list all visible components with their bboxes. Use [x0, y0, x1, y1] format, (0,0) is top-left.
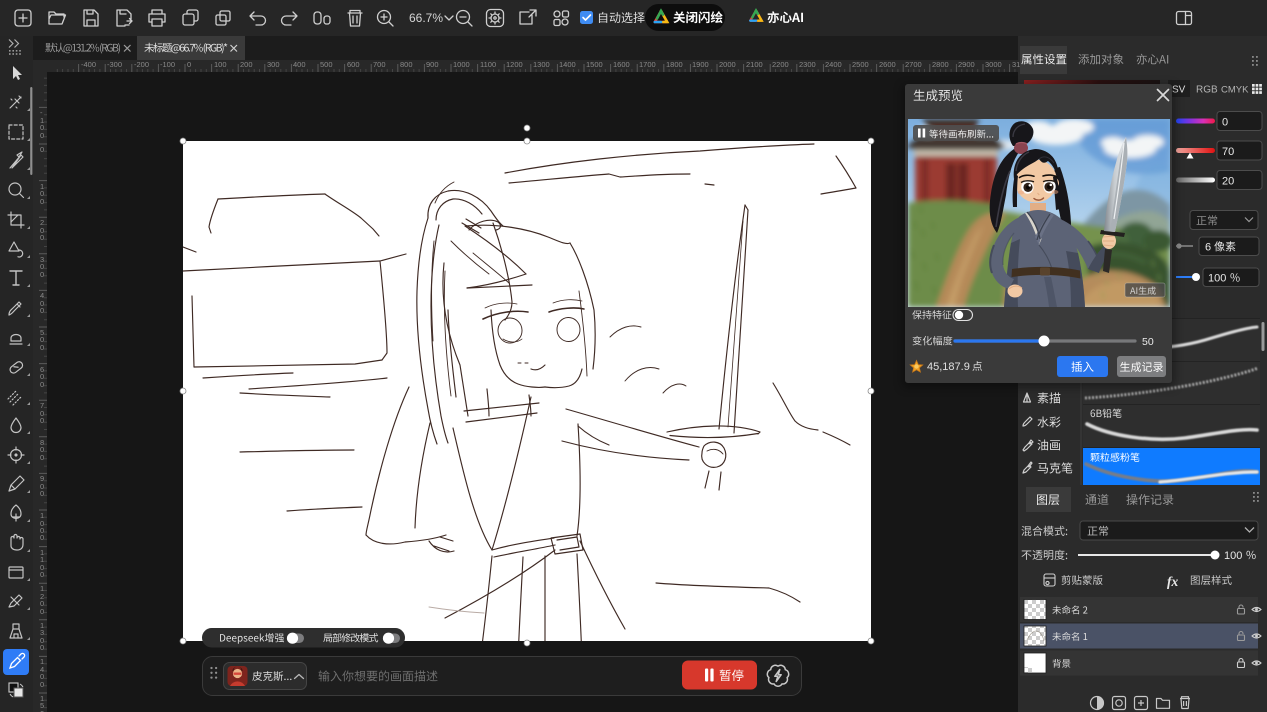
svg-text:0: 0: [40, 680, 44, 689]
svg-text:2500: 2500: [852, 60, 869, 69]
svg-text:1300: 1300: [533, 60, 550, 69]
svg-text:900: 900: [426, 60, 439, 69]
svg-text:50: 50: [1142, 336, 1154, 348]
svg-text:2400: 2400: [825, 60, 842, 69]
svg-text:500: 500: [320, 60, 333, 69]
svg-text:0: 0: [40, 380, 44, 389]
svg-text:2200: 2200: [772, 60, 789, 69]
svg-text:0: 0: [40, 489, 44, 498]
svg-text:0: 0: [40, 145, 44, 154]
svg-text:0: 0: [187, 60, 191, 69]
svg-text:100: 100: [1208, 273, 1226, 285]
svg-text:1700: 1700: [639, 60, 656, 69]
svg-text:1100: 1100: [480, 60, 496, 69]
svg-text:1600: 1600: [613, 60, 630, 69]
svg-text:0: 0: [40, 270, 44, 279]
svg-text:3000: 3000: [985, 60, 1002, 69]
svg-text:1200: 1200: [506, 60, 523, 69]
svg-text:20: 20: [1222, 176, 1234, 188]
svg-text:0: 0: [40, 453, 44, 462]
svg-text:0: 0: [40, 306, 44, 315]
svg-text:2800: 2800: [932, 60, 949, 69]
svg-text:600: 600: [347, 60, 360, 69]
svg-text:700: 700: [373, 60, 386, 69]
svg-text:0: 0: [40, 343, 44, 352]
svg-text:2700: 2700: [905, 60, 922, 69]
svg-text:1000: 1000: [453, 60, 470, 69]
svg-text:1500: 1500: [586, 60, 603, 69]
svg-text:100: 100: [214, 60, 227, 69]
svg-text:0: 0: [1222, 117, 1228, 129]
svg-text:0: 0: [40, 570, 44, 579]
svg-text:-100: -100: [160, 60, 175, 69]
svg-text:800: 800: [400, 60, 413, 69]
svg-text:2600: 2600: [879, 60, 896, 69]
svg-text:1800: 1800: [666, 60, 683, 69]
svg-text:0: 0: [40, 416, 44, 425]
svg-text:66.7%: 66.7%: [409, 11, 443, 25]
svg-text:0: 0: [40, 533, 44, 542]
svg-text:0: 0: [40, 607, 44, 616]
svg-text:1400: 1400: [559, 60, 576, 69]
svg-text:300: 300: [267, 60, 280, 69]
svg-text:70: 70: [1222, 146, 1234, 158]
svg-text:-300: -300: [107, 60, 122, 69]
svg-text:RGB: RGB: [1196, 85, 1218, 96]
svg-text:-200: -200: [134, 60, 149, 69]
svg-text:CMYK: CMYK: [1221, 85, 1249, 96]
svg-text:400: 400: [293, 60, 306, 69]
svg-text:2100: 2100: [746, 60, 763, 69]
svg-text:2300: 2300: [799, 60, 816, 69]
svg-text:2000: 2000: [719, 60, 736, 69]
svg-text:6: 6: [1205, 242, 1211, 254]
svg-text:-400: -400: [81, 60, 96, 69]
svg-text:200: 200: [240, 60, 253, 69]
svg-text:0: 0: [40, 233, 44, 242]
svg-text:0: 0: [40, 643, 44, 652]
svg-text:1900: 1900: [692, 60, 709, 69]
svg-text:SV: SV: [1172, 85, 1186, 96]
svg-text:2900: 2900: [958, 60, 975, 69]
svg-text:45,187.9: 45,187.9: [927, 361, 970, 373]
svg-text:100: 100: [1224, 550, 1242, 562]
svg-text:0: 0: [40, 197, 44, 206]
svg-text:0: 0: [40, 131, 44, 140]
svg-text:fx: fx: [1167, 574, 1178, 589]
